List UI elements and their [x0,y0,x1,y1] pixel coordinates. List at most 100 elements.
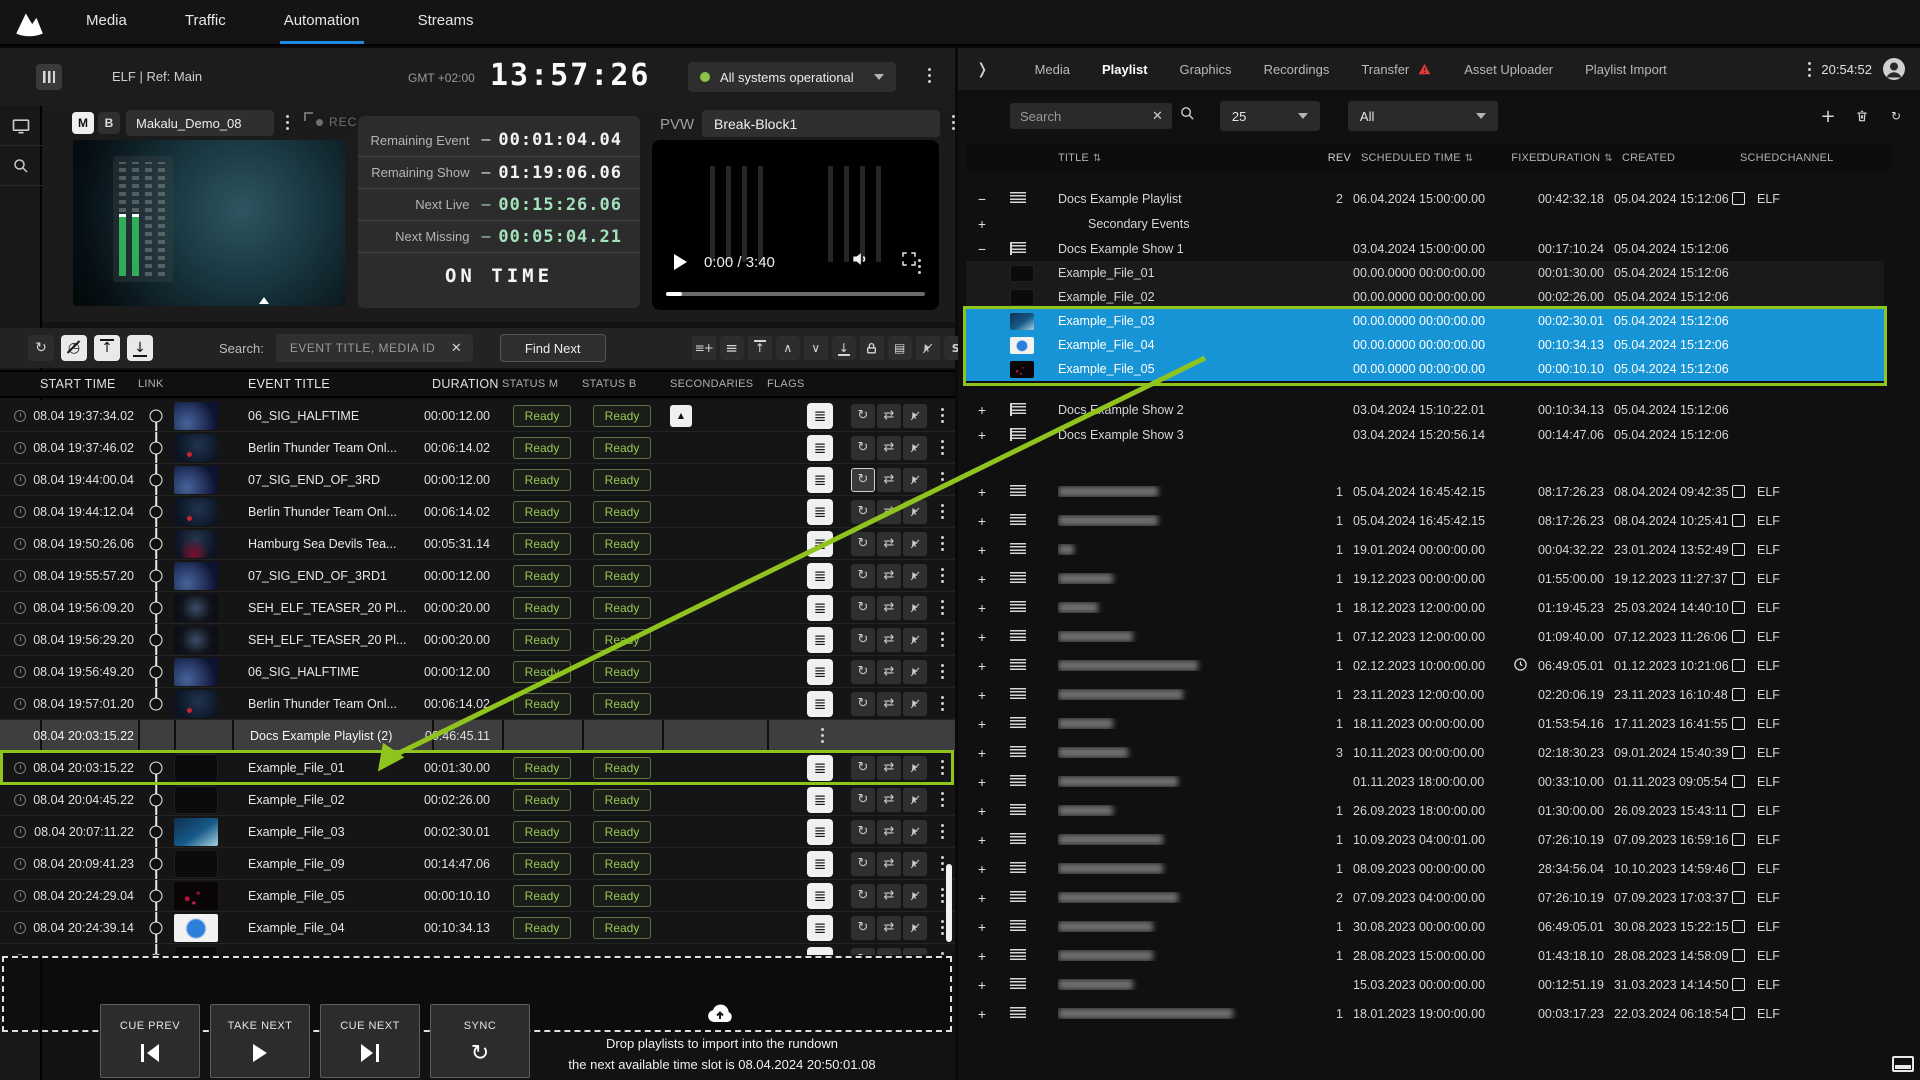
disable-interaction-button[interactable] [915,336,940,360]
transition-flag-icon[interactable] [877,467,901,492]
filter-select[interactable]: All [1347,101,1498,131]
jump-to-on-air-button[interactable] [94,335,120,361]
tab-playlist[interactable]: Playlist [1102,62,1148,77]
tab-automation[interactable]: Automation [279,0,364,44]
tab-asset-uploader[interactable]: Asset Uploader [1464,62,1553,77]
insert-block-button[interactable] [719,336,744,360]
player-progress-bar[interactable] [666,292,925,296]
transition-flag-icon[interactable] [877,915,901,940]
manual-lock-flag-icon[interactable] [903,947,927,955]
system-status-dropdown[interactable]: All systems operational [688,62,896,92]
tab-playlist-import[interactable]: Playlist Import [1585,62,1667,77]
event-link-cell[interactable] [138,656,174,687]
secondary-list-icon[interactable] [807,626,833,653]
playlist-list-row[interactable]: + 1 02.12.2023 10:00:00.00 06:49:05.01 0… [966,651,1884,680]
bottom-right-panel-icon[interactable] [1892,1056,1914,1072]
sched-channel-checkbox[interactable] [1732,891,1745,904]
playlist-nav-kebab[interactable] [1808,67,1812,71]
channel-kebab-menu[interactable] [286,121,289,124]
playlist-list-row[interactable]: + 1 08.09.2023 00:00:00.00 28:34:56.04 1… [966,854,1884,883]
event-kebab-menu[interactable] [941,766,944,769]
sched-channel-checkbox[interactable] [1732,630,1745,643]
secondary-list-icon[interactable] [807,914,833,941]
refresh-rundown-button[interactable] [28,335,54,361]
tab-traffic[interactable]: Traffic [181,0,230,44]
event-kebab-menu[interactable] [941,702,944,705]
manual-lock-flag-icon[interactable] [903,851,927,876]
manual-lock-flag-icon[interactable] [903,819,927,844]
event-kebab-menu[interactable] [941,478,944,481]
secondary-list-icon[interactable] [807,498,833,525]
tab-transfer[interactable]: Transfer [1361,62,1432,77]
sched-channel-checkbox[interactable] [1732,804,1745,817]
event-kebab-menu[interactable] [941,830,944,833]
transition-flag-icon[interactable] [877,403,901,428]
rundown-row[interactable]: 08.04 19:56:29.20 SEH_ELF_TEASER_20 Pl..… [0,624,955,656]
transition-flag-icon[interactable] [877,947,901,955]
expander-toggle[interactable]: + [966,402,998,418]
sched-channel-checkbox[interactable] [1732,746,1745,759]
expander-toggle[interactable]: + [966,600,998,616]
sched-channel-checkbox[interactable] [1732,717,1745,730]
expander-toggle[interactable]: + [966,919,998,935]
auto-follow-flag-icon[interactable] [851,659,875,684]
playlist-tree-row[interactable]: Example_File_01 00.00.0000 00:00:00.00 0… [966,261,1884,285]
manual-lock-flag-icon[interactable] [903,595,927,620]
search-submit-button[interactable] [1179,105,1196,127]
rundown-row[interactable]: 08.04 20:04:45.22 Example_File_02 00:02:… [0,784,955,816]
expander-toggle[interactable]: + [966,803,998,819]
sched-channel-checkbox[interactable] [1732,514,1745,527]
expander-toggle[interactable]: + [966,427,998,443]
playlist-list-row[interactable]: + 2 07.09.2023 04:00:00.00 07:26:10.19 0… [966,883,1884,912]
col-fixed[interactable]: FIXED [1511,152,1544,164]
auto-follow-flag-icon[interactable] [851,851,875,876]
manual-lock-flag-icon[interactable] [903,659,927,684]
expander-toggle[interactable]: + [966,832,998,848]
auto-follow-flag-icon[interactable] [851,563,875,588]
delete-playlist-button[interactable] [1850,104,1874,128]
secondary-list-icon[interactable] [807,434,833,461]
page-size-select[interactable]: 25 [1219,101,1320,131]
transition-flag-icon[interactable] [877,787,901,812]
secondary-event-button[interactable] [887,336,912,360]
manual-lock-flag-icon[interactable] [903,691,927,716]
col-secondaries[interactable]: SECONDARIES [662,378,767,390]
rundown-row[interactable]: 08.04 20:07:11.22 Example_File_03 00:02:… [0,816,955,848]
manual-lock-flag-icon[interactable] [903,563,927,588]
event-link-cell[interactable] [138,560,174,591]
tab-streams[interactable]: Streams [414,0,478,44]
move-down-button[interactable] [831,336,856,360]
col-rev[interactable]: REV [1321,152,1351,164]
transport-button[interactable]: SYNC [430,1004,530,1078]
bus-m-button[interactable]: M [72,112,94,134]
secondary-list-icon[interactable] [807,818,833,845]
collapse-panel-chevron-icon[interactable]: ❭ [976,60,989,78]
col-title[interactable]: TITLE ⇅ [1058,152,1321,164]
event-link-cell[interactable] [138,592,174,623]
auto-follow-flag-icon[interactable] [851,819,875,844]
event-kebab-menu[interactable] [941,542,944,545]
event-kebab-menu[interactable] [941,606,944,609]
collapse-button[interactable] [775,336,800,360]
secondary-list-icon[interactable] [807,658,833,685]
playlist-list-row[interactable]: + 3 10.11.2023 00:00:00.00 02:18:30.23 0… [966,738,1884,767]
program-video-preview[interactable] [73,140,345,306]
secondary-list-icon[interactable] [807,402,833,429]
col-duration[interactable]: DURATION [432,377,502,391]
transition-flag-icon[interactable] [877,691,901,716]
event-kebab-menu[interactable] [941,510,944,513]
tab-recordings[interactable]: Recordings [1264,62,1330,77]
secondary-list-icon[interactable] [807,786,833,813]
playlist-search-input[interactable] [1010,103,1172,129]
secondary-graphic-icon[interactable] [670,404,692,427]
playlist-list-row[interactable]: + 1 18.11.2023 00:00:00.00 01:53:54.16 1… [966,709,1884,738]
sched-channel-checkbox[interactable] [1732,659,1745,672]
transition-flag-icon[interactable] [877,883,901,908]
auto-follow-flag-icon[interactable] [851,499,875,524]
expander-toggle[interactable]: − [966,241,998,257]
rundown-row[interactable]: 08.04 19:44:12.04 Berlin Thunder Team On… [0,496,955,528]
auto-follow-flag-icon[interactable] [851,403,875,428]
rundown-row[interactable]: 08.04 19:56:09.20 SEH_ELF_TEASER_20 Pl..… [0,592,955,624]
expander-toggle[interactable]: + [966,977,998,993]
rundown-row[interactable]: 08.04 20:03:15.22 Example_File_01 00:01:… [0,750,955,785]
